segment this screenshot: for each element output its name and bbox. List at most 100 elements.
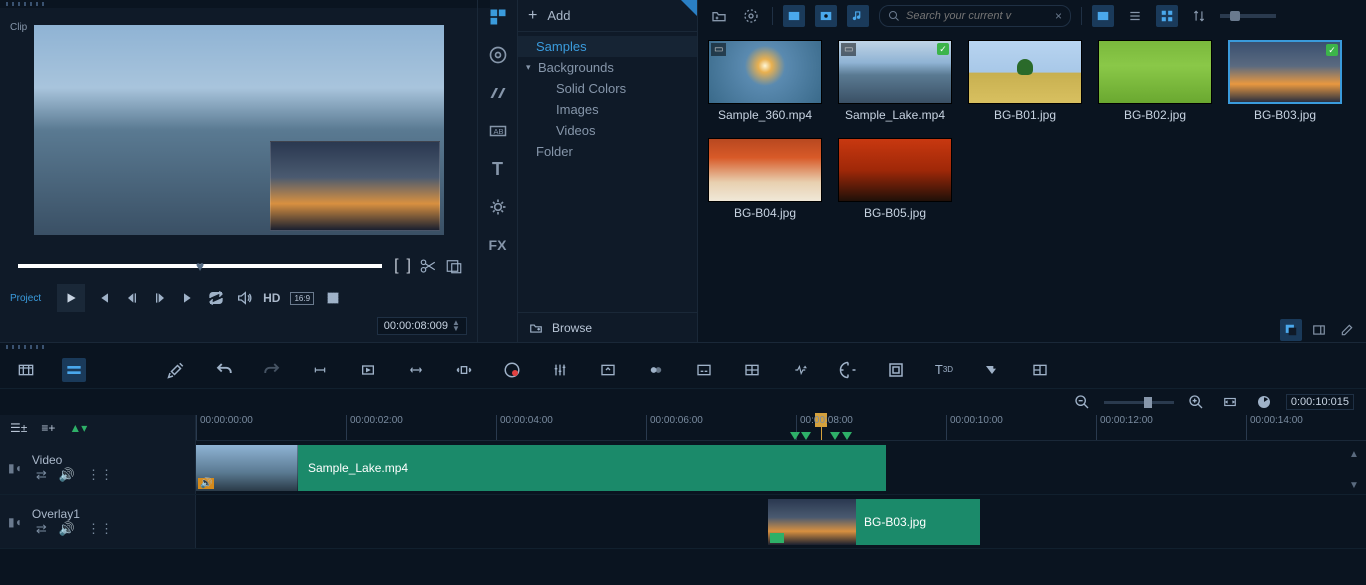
- redo-button[interactable]: [260, 358, 284, 382]
- split-clip-icon[interactable]: [445, 257, 463, 275]
- scissors-icon[interactable]: [419, 257, 437, 275]
- text-category-icon[interactable]: T: [487, 158, 509, 180]
- add-folder-button[interactable]: + Add: [518, 0, 697, 32]
- play-button[interactable]: [57, 284, 85, 312]
- filter-audio-button[interactable]: [847, 5, 869, 27]
- scrub-marker[interactable]: ♥: [196, 258, 204, 274]
- library-grip[interactable]: [478, 0, 490, 8]
- audio-category-icon[interactable]: [487, 44, 509, 66]
- track-manager-icon[interactable]: ☰±: [10, 421, 27, 435]
- search-input[interactable]: [906, 10, 1049, 22]
- fx-category-icon[interactable]: FX: [487, 234, 509, 256]
- view-list-button[interactable]: [1124, 5, 1146, 27]
- preview-grip[interactable]: [0, 0, 477, 8]
- transition-category-icon[interactable]: [487, 82, 509, 104]
- scrub-bar[interactable]: ♥: [18, 264, 382, 268]
- add-track-icon[interactable]: ≡+: [41, 421, 55, 435]
- undo-button[interactable]: [212, 358, 236, 382]
- overlay-clip[interactable]: BG-B03.jpg: [768, 499, 980, 545]
- slip-tool-button[interactable]: [356, 358, 380, 382]
- link-icon[interactable]: ⇄: [36, 467, 47, 483]
- multicam-button[interactable]: [740, 358, 764, 382]
- resize-button[interactable]: [324, 289, 342, 307]
- overlay-preview[interactable]: [270, 141, 440, 231]
- subtitle-button[interactable]: [692, 358, 716, 382]
- zoom-in-button[interactable]: [1184, 390, 1208, 414]
- search-box[interactable]: ×: [879, 5, 1071, 27]
- video-track-header[interactable]: ▮◖ Video ⇄ 🔊 ⋮⋮: [0, 441, 196, 494]
- audio-mixer-button[interactable]: [548, 358, 572, 382]
- mark-out[interactable]: ]: [407, 257, 411, 275]
- timeline-view-button[interactable]: [62, 358, 86, 382]
- marker-toggle-icon[interactable]: ▲▾: [69, 421, 87, 435]
- project-duration-icon[interactable]: [1252, 390, 1276, 414]
- options-panel-icon[interactable]: [1308, 319, 1330, 341]
- home-button[interactable]: [95, 289, 113, 307]
- mask-button[interactable]: [980, 358, 1004, 382]
- split-screen-button[interactable]: [1028, 358, 1052, 382]
- auto-music-button[interactable]: [596, 358, 620, 382]
- thumb-4[interactable]: ✓BG-B03.jpg: [1228, 40, 1342, 122]
- view-thumbnails-button[interactable]: [1092, 5, 1114, 27]
- browse-button[interactable]: Browse: [518, 312, 697, 342]
- zoom-out-button[interactable]: [1070, 390, 1094, 414]
- aspect-ratio[interactable]: 16:9: [290, 292, 314, 305]
- hd-toggle[interactable]: HD: [263, 291, 280, 305]
- thumb-2[interactable]: BG-B01.jpg: [968, 40, 1082, 122]
- thumb-5[interactable]: BG-B04.jpg: [708, 138, 822, 220]
- tree-images[interactable]: Images: [518, 99, 697, 120]
- next-frame-button[interactable]: [151, 289, 169, 307]
- timeline-ruler[interactable]: 00:00:00:0000:00:02:0000:00:04:0000:00:0…: [196, 415, 1366, 441]
- mark-in[interactable]: [: [394, 257, 398, 275]
- thumb-size-slider[interactable]: [1220, 14, 1276, 18]
- video-clip[interactable]: Sample_Lake.mp4: [196, 445, 886, 491]
- preview-timecode[interactable]: 00:00:08:009 ▲▼: [377, 317, 467, 335]
- media-category-icon[interactable]: [487, 6, 509, 28]
- fit-project-button[interactable]: [1218, 390, 1242, 414]
- slide-tool-button[interactable]: [452, 358, 476, 382]
- prev-frame-button[interactable]: [123, 289, 141, 307]
- track-motion-button[interactable]: [836, 358, 860, 382]
- preview-canvas[interactable]: [0, 8, 477, 252]
- record-button[interactable]: [500, 358, 524, 382]
- mute-icon[interactable]: 🔊: [59, 467, 75, 483]
- multi-trim-button[interactable]: [644, 358, 668, 382]
- pan-zoom-button[interactable]: [884, 358, 908, 382]
- repeat-button[interactable]: [207, 289, 225, 307]
- library-pin-icon[interactable]: [1280, 319, 1302, 341]
- timeline-grip[interactable]: [0, 343, 1366, 351]
- import-button[interactable]: [708, 5, 730, 27]
- tree-solid-colors[interactable]: Solid Colors: [518, 78, 697, 99]
- edit-icon[interactable]: [1336, 319, 1358, 341]
- sort-button[interactable]: [1188, 5, 1210, 27]
- disable-icon[interactable]: ⋮⋮: [87, 467, 113, 483]
- trim-tool-button[interactable]: [308, 358, 332, 382]
- clear-search-icon[interactable]: ×: [1055, 9, 1062, 23]
- view-grid-button[interactable]: [1156, 5, 1178, 27]
- thumb-3[interactable]: BG-B02.jpg: [1098, 40, 1212, 122]
- filter-video-button[interactable]: [783, 5, 805, 27]
- overlay-track-header[interactable]: ▮◖ Overlay1 ⇄ 🔊 ⋮⋮: [0, 495, 196, 548]
- 3d-title-button[interactable]: T3D: [932, 358, 956, 382]
- title-category-icon[interactable]: AB: [487, 120, 509, 142]
- disable-icon[interactable]: ⋮⋮: [87, 521, 113, 537]
- mode-labels[interactable]: Project Clip: [10, 293, 41, 304]
- tree-videos[interactable]: Videos: [518, 120, 697, 141]
- thumb-6[interactable]: BG-B05.jpg: [838, 138, 952, 220]
- end-button[interactable]: [179, 289, 197, 307]
- overlay-category-icon[interactable]: [487, 196, 509, 218]
- link-icon[interactable]: ⇄: [36, 521, 47, 537]
- stretch-tool-button[interactable]: [404, 358, 428, 382]
- volume-button[interactable]: [235, 289, 253, 307]
- tree-samples[interactable]: Samples: [518, 36, 697, 57]
- mute-icon[interactable]: 🔊: [59, 521, 75, 537]
- storyboard-view-button[interactable]: [14, 358, 38, 382]
- timeline-timecode[interactable]: 0:00:10:015: [1286, 394, 1354, 410]
- motion-button[interactable]: [788, 358, 812, 382]
- tools-button[interactable]: [164, 358, 188, 382]
- zoom-slider[interactable]: [1104, 401, 1174, 404]
- filter-photo-button[interactable]: [815, 5, 837, 27]
- thumb-0[interactable]: ▭Sample_360.mp4: [708, 40, 822, 122]
- tree-backgrounds[interactable]: ▾Backgrounds: [518, 57, 697, 78]
- thumb-1[interactable]: ▭✓Sample_Lake.mp4: [838, 40, 952, 122]
